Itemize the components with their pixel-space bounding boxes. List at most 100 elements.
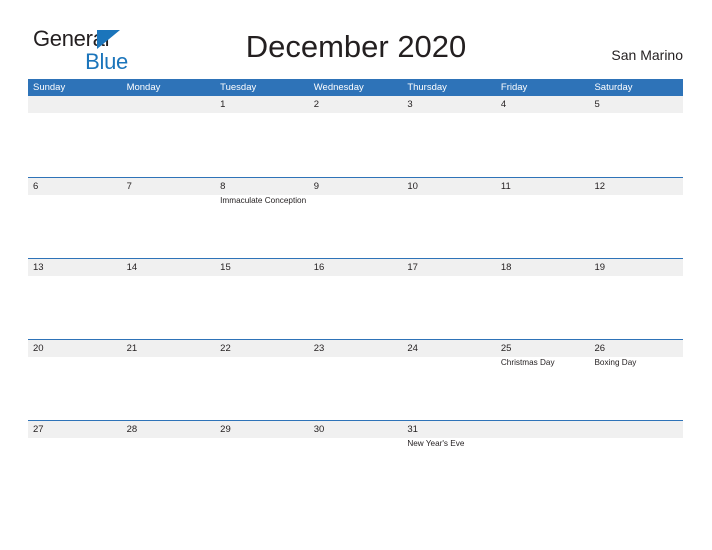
weekday-header-wednesday: Wednesday <box>313 82 364 93</box>
day-number-band <box>495 96 590 113</box>
day-cell-empty <box>121 96 216 177</box>
day-number-band <box>121 178 216 195</box>
day-cell-1[interactable]: 1 <box>215 96 309 177</box>
day-number: 29 <box>220 424 231 435</box>
day-cell-9[interactable]: 9 <box>308 178 403 258</box>
day-cell-5[interactable]: 5 <box>589 96 684 177</box>
weekday-header-friday: Friday <box>500 82 528 93</box>
day-cell-26[interactable]: 26 Boxing Day <box>589 340 684 420</box>
calendar-body: 1 2 3 4 5 6 7 8 Immaculate Conception 9 10 11 12 13 14… <box>28 96 684 501</box>
holiday-label: Christmas Day <box>500 358 555 367</box>
day-cell-24[interactable]: 24 <box>402 340 496 420</box>
day-cell-31[interactable]: 31 New Year's Eve <box>402 421 496 501</box>
day-cell-20[interactable]: 20 <box>28 340 122 420</box>
day-number-band <box>402 96 496 113</box>
day-number-band <box>308 178 403 195</box>
day-number: 13 <box>33 262 44 273</box>
day-cell-27[interactable]: 27 <box>28 421 122 501</box>
day-number-band <box>308 96 403 113</box>
day-number-band <box>589 96 684 113</box>
day-events: New Year's Eve <box>407 439 494 450</box>
day-cell-10[interactable]: 10 <box>402 178 496 258</box>
day-number-band <box>589 421 684 438</box>
day-number: 8 <box>220 181 226 192</box>
weekday-header-monday: Monday <box>126 82 161 93</box>
day-number: 6 <box>33 181 39 192</box>
day-cell-7[interactable]: 7 <box>121 178 216 258</box>
day-cell-30[interactable]: 30 <box>308 421 403 501</box>
day-number: 23 <box>313 343 325 354</box>
day-cell-2[interactable]: 2 <box>308 96 403 177</box>
calendar-week-row: 1 2 3 4 5 <box>28 96 684 177</box>
calendar-grid: Sunday Monday Tuesday Wednesday Thursday Frid… <box>28 79 684 501</box>
day-cell-13[interactable]: 13 <box>28 259 122 339</box>
day-number-band <box>121 96 216 113</box>
day-cell-4[interactable]: 4 <box>495 96 590 177</box>
day-cell-19[interactable]: 19 <box>589 259 684 339</box>
day-cell-23[interactable]: 23 <box>308 340 403 420</box>
day-cell-28[interactable]: 28 <box>121 421 216 501</box>
holiday-label: Immaculate Conception <box>220 196 307 205</box>
day-cell-6[interactable]: 6 <box>28 178 122 258</box>
day-number: 16 <box>313 262 325 273</box>
day-number: 22 <box>220 343 231 354</box>
day-cell-3[interactable]: 3 <box>402 96 496 177</box>
day-number: 31 <box>407 424 418 435</box>
holiday-label: Boxing Day <box>594 358 637 367</box>
day-number: 21 <box>126 343 138 354</box>
calendar-week-row: 6 7 8 Immaculate Conception 9 10 11 12 <box>28 177 684 258</box>
weekday-header-saturday: Saturday <box>594 82 633 93</box>
day-number: 30 <box>313 424 325 435</box>
day-number: 17 <box>407 262 418 273</box>
day-number-band <box>28 178 122 195</box>
day-number: 10 <box>407 181 418 192</box>
day-number: 1 <box>220 99 226 110</box>
day-cell-16[interactable]: 16 <box>308 259 403 339</box>
day-number: 4 <box>500 99 507 110</box>
day-number: 24 <box>407 343 418 354</box>
day-events: Boxing Day <box>594 358 681 369</box>
day-number: 18 <box>500 262 512 273</box>
day-number: 2 <box>313 99 320 110</box>
page-title: December 2020 <box>245 29 467 64</box>
day-number: 5 <box>594 99 600 110</box>
day-number: 25 <box>500 343 512 354</box>
day-cell-empty <box>28 96 122 177</box>
day-cell-14[interactable]: 14 <box>121 259 216 339</box>
day-cell-empty <box>495 421 590 501</box>
day-events: Immaculate Conception <box>220 196 307 207</box>
day-number: 9 <box>313 181 320 192</box>
day-cell-8[interactable]: 8 Immaculate Conception <box>215 178 309 258</box>
day-number: 11 <box>500 181 511 192</box>
day-number: 3 <box>407 99 413 110</box>
page-header: General Blue December 2020 San Marino <box>0 0 712 78</box>
day-number-band <box>495 421 590 438</box>
day-number-band <box>215 178 309 195</box>
day-cell-12[interactable]: 12 <box>589 178 684 258</box>
day-number: 7 <box>126 181 132 192</box>
weekday-header-tuesday: Tuesday <box>220 82 257 93</box>
weekday-header-sunday: Sunday <box>33 82 66 93</box>
day-number: 19 <box>594 262 606 273</box>
day-number: 15 <box>220 262 231 273</box>
day-cell-11[interactable]: 11 <box>495 178 590 258</box>
location-label: San Marino <box>611 47 683 63</box>
day-cell-21[interactable]: 21 <box>121 340 216 420</box>
day-cell-22[interactable]: 22 <box>215 340 309 420</box>
holiday-label: New Year's Eve <box>407 439 465 448</box>
day-cell-29[interactable]: 29 <box>215 421 309 501</box>
calendar-week-row: 20 21 22 23 24 25 Christmas Day 26 Boxing Day <box>28 339 684 420</box>
day-number: 26 <box>594 343 606 354</box>
weekday-header-thursday: Thursday <box>407 82 447 93</box>
day-number: 27 <box>33 424 44 435</box>
weekday-header-row: Sunday Monday Tuesday Wednesday Thursday Frid… <box>28 79 683 96</box>
day-number: 20 <box>33 343 44 354</box>
day-cell-18[interactable]: 18 <box>495 259 590 339</box>
day-number: 12 <box>594 181 606 192</box>
day-number-band <box>28 96 122 113</box>
day-number: 28 <box>126 424 138 435</box>
day-cell-17[interactable]: 17 <box>402 259 496 339</box>
calendar-week-row: 13 14 15 16 17 18 19 <box>28 258 684 339</box>
day-cell-25[interactable]: 25 Christmas Day <box>495 340 590 420</box>
day-cell-15[interactable]: 15 <box>215 259 309 339</box>
